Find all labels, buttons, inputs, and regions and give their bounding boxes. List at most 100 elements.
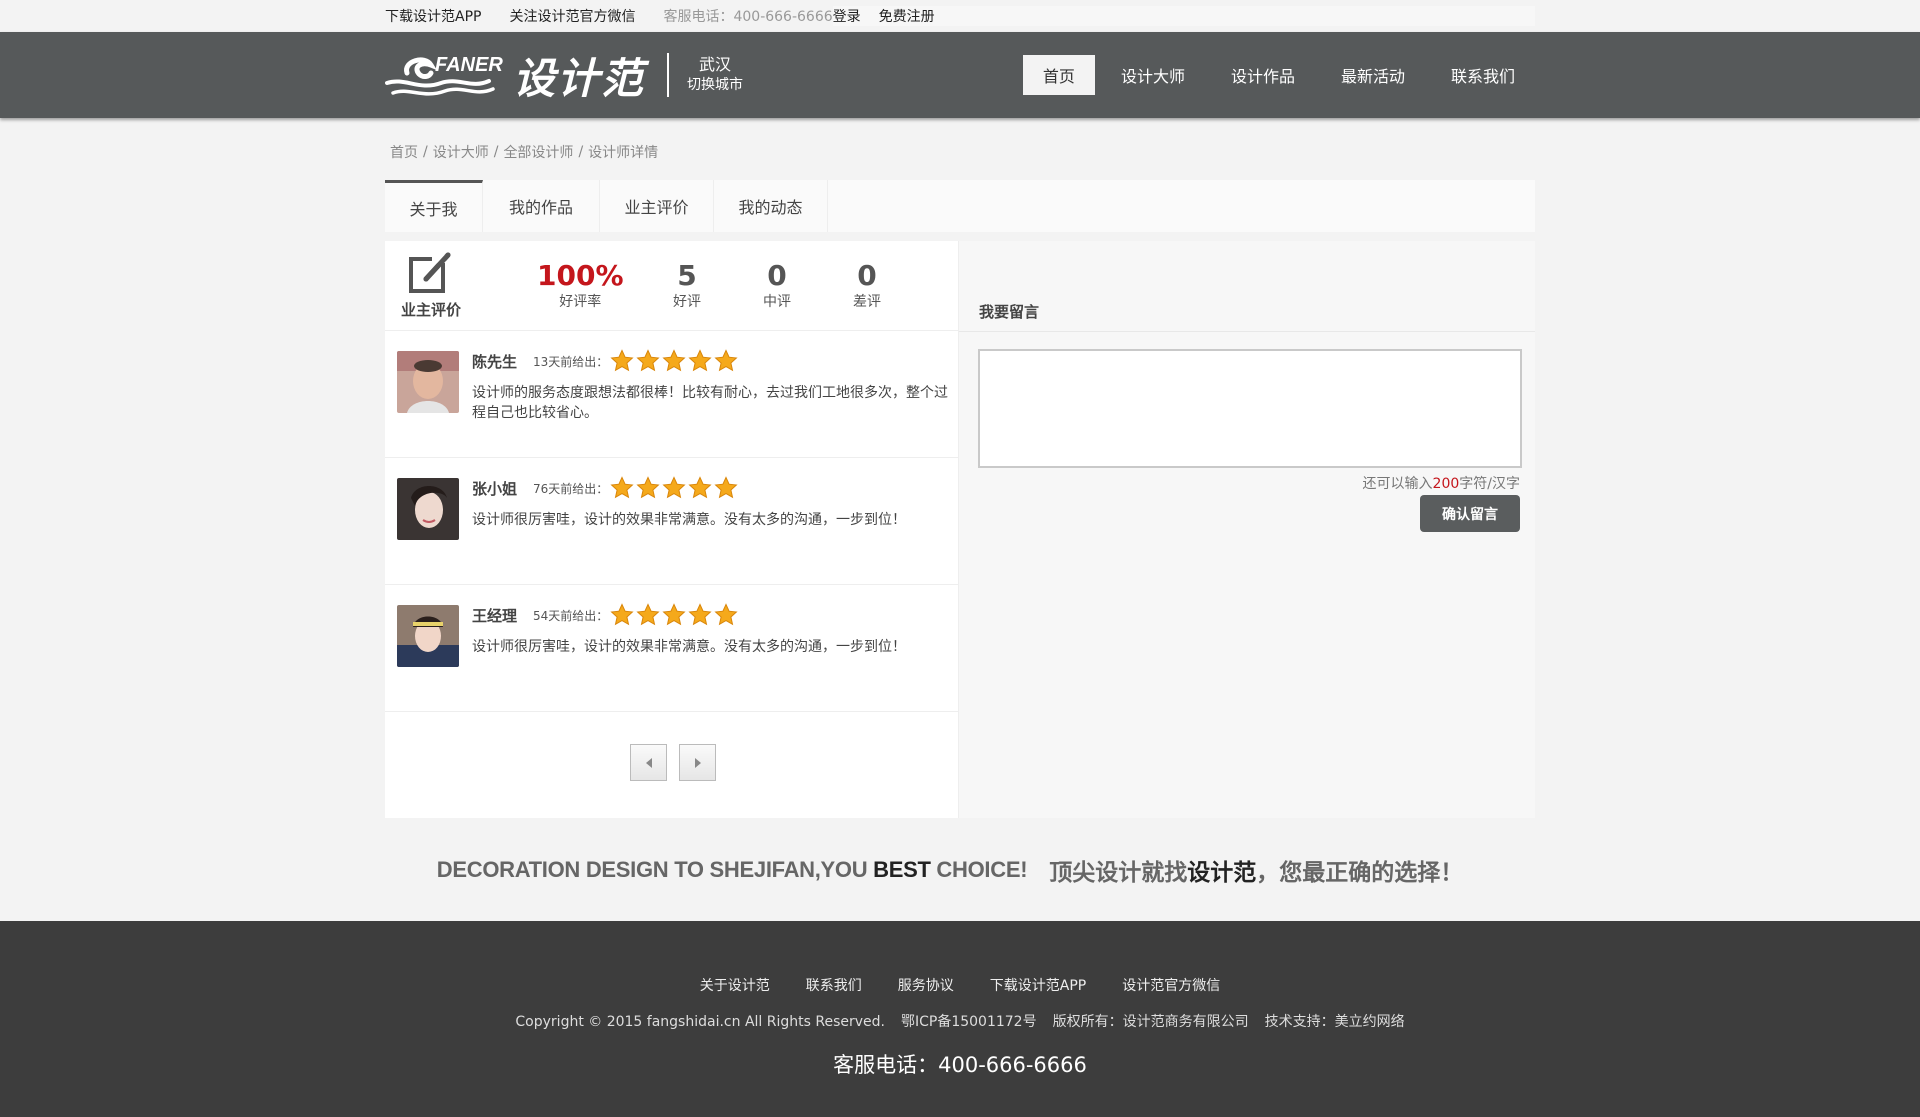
- char-counter: 还可以输入200字符/汉字: [1363, 473, 1520, 493]
- reviewer-name: 王经理: [472, 606, 518, 625]
- tab-reviews[interactable]: 业主评价: [600, 180, 714, 232]
- breadcrumb-masters[interactable]: 设计大师: [433, 142, 489, 162]
- top-bar: 下载设计范APP 关注设计范官方微信 客服电话：400-666-6666 登录 …: [0, 0, 1920, 32]
- reviewer-avatar: [397, 605, 459, 667]
- current-city: 武汉: [699, 55, 732, 74]
- tab-works[interactable]: 我的作品: [483, 180, 600, 232]
- bad-count-label: 差评: [853, 294, 881, 310]
- register-link[interactable]: 免费注册: [879, 6, 935, 26]
- star-icon: [610, 349, 634, 372]
- copyright-text: Copyright © 2015 fangshidai.cn All Right…: [515, 1014, 885, 1030]
- star-icon: [636, 349, 660, 372]
- login-link[interactable]: 登录: [833, 6, 861, 26]
- tab-about[interactable]: 关于我: [385, 180, 483, 232]
- star-icon: [662, 349, 686, 372]
- edit-icon: [409, 252, 451, 293]
- logo-text: 设计范: [513, 53, 646, 103]
- owner-text: 版权所有：设计范商务有限公司: [1052, 1014, 1249, 1030]
- nav-events[interactable]: 最新活动: [1321, 55, 1425, 95]
- char-counter-suffix: 字符/汉字: [1459, 476, 1520, 492]
- char-counter-value: 200: [1432, 476, 1460, 492]
- review-text: 设计师很厉害哇，设计的效果非常满意。没有太多的沟通，一步到位！: [472, 512, 906, 528]
- review-section-label: 业主评价: [400, 301, 461, 319]
- breadcrumb-separator: /: [578, 144, 584, 160]
- footer-link-download-app[interactable]: 下载设计范APP: [990, 975, 1086, 995]
- reviewer-avatar: [397, 478, 459, 540]
- review-section-header: 业主评价: [397, 251, 465, 320]
- pagination: [630, 744, 716, 781]
- star-rating: [610, 349, 738, 373]
- submit-message-button[interactable]: 确认留言: [1420, 495, 1520, 532]
- good-count-label: 好评: [673, 294, 701, 310]
- footer-links: 关于设计范 联系我们 服务协议 下载设计范APP 设计范官方微信: [0, 975, 1920, 995]
- bad-count: 0 差评: [853, 261, 881, 311]
- review-time: 54天前给出：: [533, 608, 609, 623]
- slogan-en-bold: BEST: [873, 856, 931, 882]
- star-icon: [662, 476, 686, 499]
- star-icon: [714, 349, 738, 372]
- icp-number[interactable]: 鄂ICP备15001172号: [901, 1014, 1037, 1030]
- star-rating: [610, 476, 738, 500]
- switch-city-link[interactable]: 切换城市: [687, 75, 743, 95]
- city-switcher[interactable]: 武汉 切换城市: [687, 55, 743, 95]
- footer-link-contact[interactable]: 联系我们: [806, 975, 862, 995]
- footer-link-about[interactable]: 关于设计范: [700, 975, 770, 995]
- mid-count: 0 中评: [763, 261, 791, 311]
- breadcrumb-separator: /: [493, 144, 499, 160]
- breadcrumb-all-designers[interactable]: 全部设计师: [503, 142, 573, 162]
- bad-count-value: 0: [857, 259, 877, 292]
- review-item: 陈先生 13天前给出： 设计师的服务态度跟想法都很棒！比较有耐心，去过我们工地很…: [385, 331, 958, 458]
- reviews-column: 业主评价 100% 好评率 5 好评 0 中评 0 差评 陈先生 13天前给出：…: [385, 241, 959, 818]
- star-icon: [636, 603, 660, 626]
- slogan-en-post: CHOICE!: [930, 856, 1028, 882]
- good-count-value: 5: [677, 259, 697, 292]
- star-icon: [714, 603, 738, 626]
- nav-home[interactable]: 首页: [1022, 55, 1095, 95]
- slogan-chinese: 顶尖设计就找设计范，您最正确的选择！: [1049, 853, 1463, 887]
- star-icon: [610, 603, 634, 626]
- message-title: 我要留言: [979, 303, 1040, 321]
- message-column: 我要留言 还可以输入200字符/汉字 确认留言: [959, 241, 1535, 818]
- reviews-panel: 业主评价 100% 好评率 5 好评 0 中评 0 差评 陈先生 13天前给出：…: [385, 241, 1535, 818]
- tab-activity[interactable]: 我的动态: [714, 180, 828, 232]
- profile-tabs: 关于我 我的作品 业主评价 我的动态: [385, 180, 1535, 232]
- next-page-button[interactable]: [679, 744, 716, 781]
- star-icon: [688, 603, 712, 626]
- breadcrumb: 首页 / 设计大师 / 全部设计师 / 设计师详情: [385, 118, 1535, 180]
- download-app-link[interactable]: 下载设计范APP: [385, 6, 481, 26]
- review-text: 设计师的服务态度跟想法都很棒！比较有耐心，去过我们工地很多次，整个过程自己也比较…: [472, 385, 948, 421]
- main-nav: 首页 设计大师 设计作品 最新活动 联系我们: [1022, 55, 1535, 95]
- site-logo[interactable]: FANER 设计范: [385, 32, 645, 118]
- footer-phone: 客服电话：400-666-6666: [833, 1053, 1087, 1077]
- prev-page-button[interactable]: [630, 744, 667, 781]
- star-icon: [688, 349, 712, 372]
- review-text: 设计师很厉害哇，设计的效果非常满意。没有太多的沟通，一步到位！: [472, 639, 906, 655]
- arrow-right-icon: [694, 757, 701, 768]
- slogan-english: DECORATION DESIGN TO SHEJIFAN,YOU BEST C…: [436, 856, 1028, 883]
- star-icon: [688, 476, 712, 499]
- nav-masters[interactable]: 设计大师: [1101, 55, 1205, 95]
- review-time: 76天前给出：: [533, 481, 609, 496]
- follow-wechat-link[interactable]: 关注设计范官方微信: [509, 6, 635, 26]
- service-phone: 客服电话：400-666-6666: [663, 9, 833, 25]
- tech-support-text[interactable]: 技术支持：美立约网络: [1265, 1014, 1405, 1030]
- reviewer-name: 陈先生: [472, 352, 518, 371]
- footer-copyright: Copyright © 2015 fangshidai.cn All Right…: [0, 1011, 1920, 1031]
- review-time: 13天前给出：: [533, 354, 609, 369]
- star-rating: [610, 603, 738, 627]
- footer-link-terms[interactable]: 服务协议: [898, 975, 954, 995]
- divider: [959, 331, 1535, 332]
- slogan-en-pre: DECORATION DESIGN TO SHEJIFAN,YOU: [436, 856, 874, 882]
- breadcrumb-home[interactable]: 首页: [390, 142, 418, 162]
- nav-contact[interactable]: 联系我们: [1431, 55, 1535, 95]
- logo-divider: [667, 53, 670, 97]
- site-header: FANER 设计范 武汉 切换城市 首页 设计大师 设计作品 最新活动 联系我们: [0, 32, 1920, 118]
- reviewer-name: 张小姐: [472, 479, 518, 498]
- slogan-banner: DECORATION DESIGN TO SHEJIFAN,YOU BEST C…: [385, 818, 1535, 921]
- review-item: 张小姐 76天前给出： 设计师很厉害哇，设计的效果非常满意。没有太多的沟通，一步…: [385, 458, 958, 585]
- message-textarea[interactable]: [978, 349, 1522, 468]
- footer-link-wechat[interactable]: 设计范官方微信: [1122, 975, 1220, 995]
- good-count: 5 好评: [673, 261, 701, 311]
- site-footer: 关于设计范 联系我们 服务协议 下载设计范APP 设计范官方微信 Copyrig…: [0, 921, 1920, 1117]
- nav-works[interactable]: 设计作品: [1211, 55, 1315, 95]
